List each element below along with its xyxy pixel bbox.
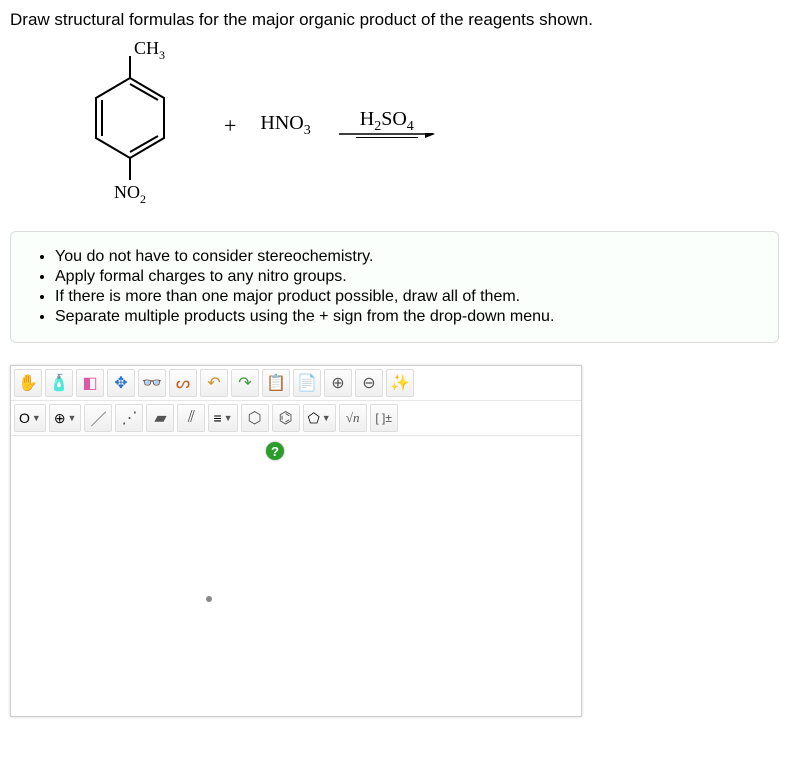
- zoom-out-icon[interactable]: ⊖: [355, 369, 383, 397]
- multi-bond-picker[interactable]: ≡▼: [208, 404, 237, 432]
- zoom-in-icon[interactable]: ⊕: [324, 369, 352, 397]
- structure-editor: ✋ 🧴 ◧ ✥ 👓 ᔕ ↶ ↷ 📋 📄 ⊕ ⊖ ✨ O▼ ⊕▼ ／ ⋰ ▰ ⫽ …: [10, 365, 582, 717]
- reactant-top-label: CH3: [134, 38, 165, 62]
- view-tool-icon[interactable]: 👓: [138, 369, 166, 397]
- reactant-bottom-label: NO2: [114, 182, 146, 206]
- clean-icon[interactable]: ✨: [386, 369, 414, 397]
- ring-picker[interactable]: ⬠▼: [303, 404, 336, 432]
- move-tool-icon[interactable]: ✥: [107, 369, 135, 397]
- canvas-center-dot: [206, 596, 212, 602]
- eraser-tool-icon[interactable]: ◧: [76, 369, 104, 397]
- hint-item: Separate multiple products using the + s…: [55, 308, 756, 326]
- cyclohexane-icon[interactable]: ⬡: [241, 404, 269, 432]
- copy-icon[interactable]: 📄: [293, 369, 321, 397]
- dotted-bond-icon[interactable]: ⋰: [115, 404, 143, 432]
- single-bond-icon[interactable]: ／: [84, 404, 112, 432]
- reaction-plus: +: [224, 113, 236, 139]
- benzene-icon[interactable]: ⌬: [272, 404, 300, 432]
- atom-picker[interactable]: O▼: [14, 404, 46, 432]
- lasso-tool-icon[interactable]: ᔕ: [169, 369, 197, 397]
- redo-icon[interactable]: ↷: [231, 369, 259, 397]
- hash-bond-icon[interactable]: ⫽: [177, 404, 205, 432]
- drawing-canvas[interactable]: ?: [11, 436, 581, 716]
- hint-item: If there is more than one major product …: [55, 288, 756, 306]
- spray-tool-icon[interactable]: 🧴: [45, 369, 73, 397]
- reactant-structure: CH3 NO2: [60, 38, 200, 213]
- hint-box: You do not have to consider stereochemis…: [10, 231, 779, 343]
- toolbar-top: ✋ 🧴 ◧ ✥ 👓 ᔕ ↶ ↷ 📋 📄 ⊕ ⊖ ✨: [11, 366, 581, 401]
- hint-item: You do not have to consider stereochemis…: [55, 248, 756, 266]
- toolbar-bottom: O▼ ⊕▼ ／ ⋰ ▰ ⫽ ≡▼ ⬡ ⌬ ⬠▼ √n [ ]±: [11, 401, 581, 436]
- reaction-arrow: H2SO4: [339, 108, 435, 143]
- bracket-tool-icon[interactable]: [ ]±: [370, 404, 398, 432]
- hint-item: Apply formal charges to any nitro groups…: [55, 268, 756, 286]
- undo-icon[interactable]: ↶: [200, 369, 228, 397]
- reagent-hno3: HNO3: [260, 112, 310, 139]
- charge-picker[interactable]: ⊕▼: [49, 404, 82, 432]
- wedge-bond-icon[interactable]: ▰: [146, 404, 174, 432]
- hand-tool-icon[interactable]: ✋: [14, 369, 42, 397]
- reaction-scheme: CH3 NO2 + HNO3 H2SO4: [60, 38, 779, 213]
- question-text: Draw structural formulas for the major o…: [10, 10, 779, 30]
- paste-icon[interactable]: 📋: [262, 369, 290, 397]
- sn-tool-icon[interactable]: √n: [339, 404, 367, 432]
- help-icon[interactable]: ?: [266, 442, 284, 460]
